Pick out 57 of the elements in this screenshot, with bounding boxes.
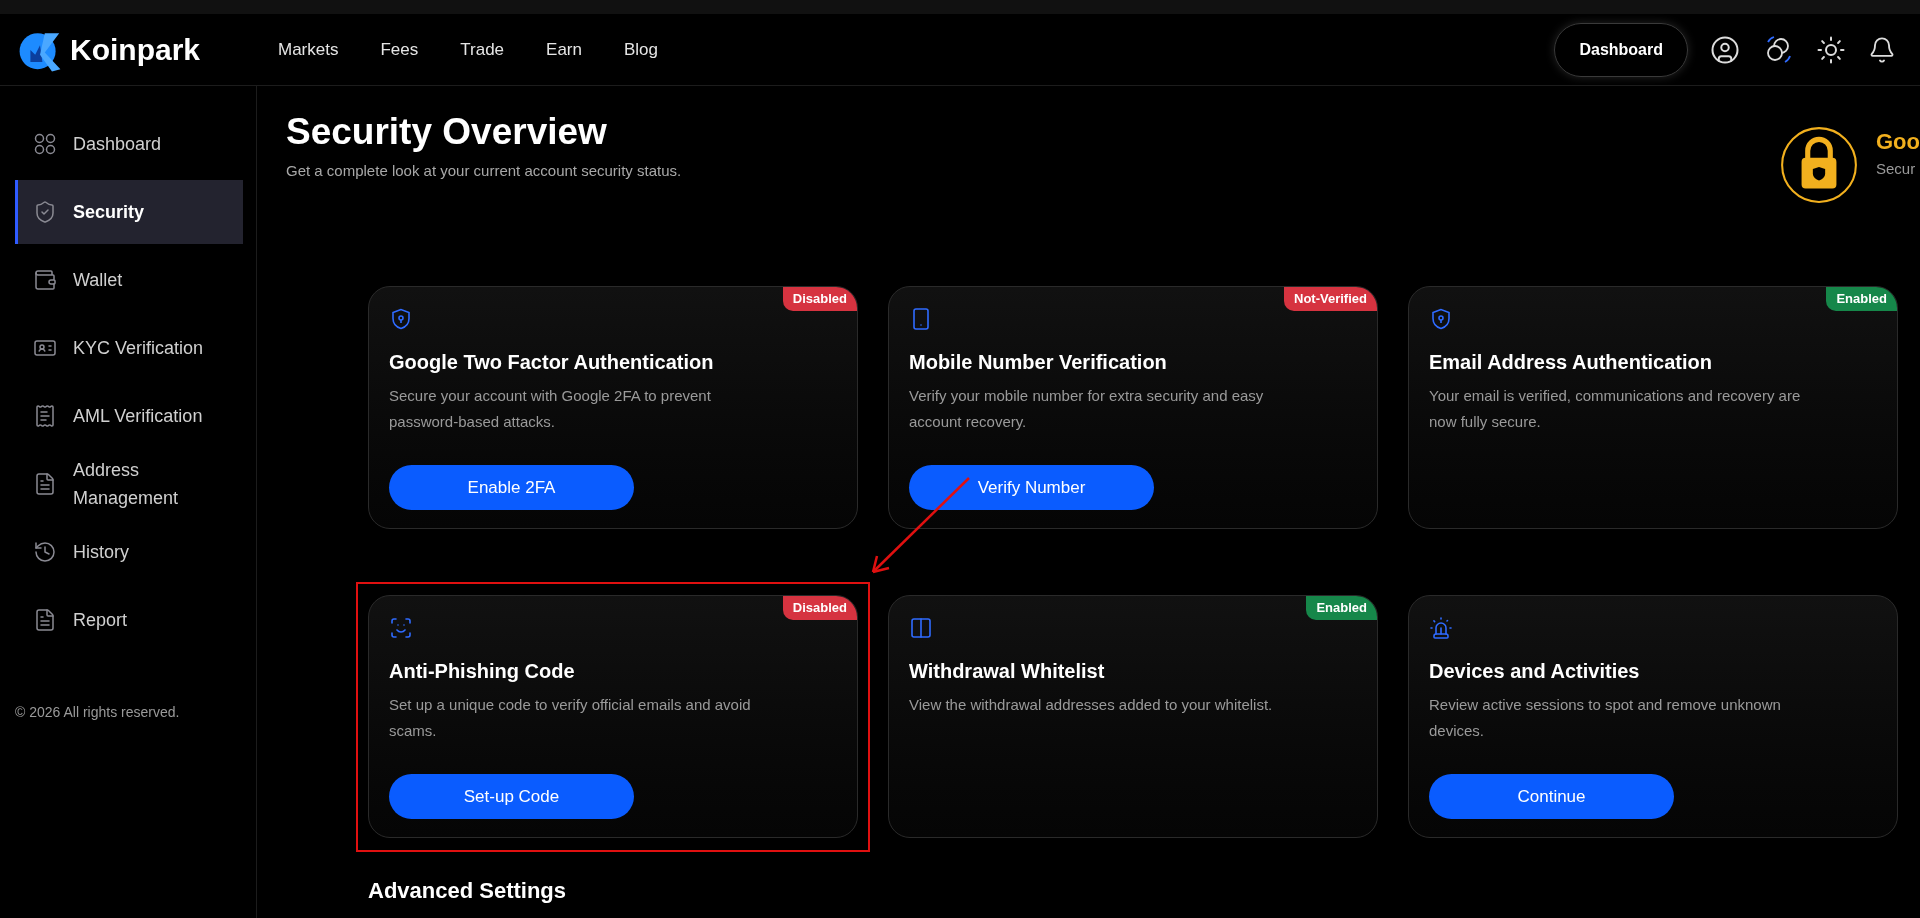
card-description: View the withdrawal addresses added to your whitelist. <box>909 695 1274 715</box>
document-icon <box>33 472 57 496</box>
status-badge: Enabled <box>1306 596 1377 620</box>
card-title: Devices and Activities <box>1429 659 1641 684</box>
brand-name: Koinpark <box>70 32 201 68</box>
sidebar-item[interactable]: History <box>15 520 243 584</box>
notification-icon[interactable] <box>1868 35 1896 64</box>
sidebar-item[interactable]: KYC Verification <box>15 316 243 380</box>
copyright: © 2026 All rights reserved. <box>15 703 181 722</box>
card-title: Email Address Authentication <box>1429 350 1713 375</box>
section-heading: Advanced Settings <box>367 878 568 904</box>
action-button[interactable]: Verify Number <box>909 465 1154 510</box>
card-title: Google Two Factor Authentication <box>389 350 715 375</box>
security-caption: Secur <box>1876 159 1917 179</box>
status-badge: Not-Verified <box>1284 287 1377 311</box>
security-level: Goo <box>1876 128 1920 156</box>
shield-icon <box>389 307 413 331</box>
split-icon <box>909 616 933 640</box>
sidebar-item[interactable]: AML Verification <box>15 384 243 448</box>
sidebar-item[interactable]: Security <box>15 180 243 244</box>
scan-icon <box>389 616 413 640</box>
report-icon <box>33 608 57 632</box>
status-badge: Disabled <box>782 596 857 620</box>
history-icon <box>33 540 57 564</box>
status-badge: Disabled <box>782 287 857 311</box>
status-badge: Enabled <box>1826 287 1897 311</box>
sidebar-item[interactable]: Dashboard <box>15 112 243 176</box>
lock-icon <box>1778 124 1860 206</box>
card-description: Set up a unique code to verify official emails and avoid scams. <box>389 695 752 741</box>
nav-link[interactable]: Markets <box>278 36 339 63</box>
sidebar-item[interactable]: Report <box>15 588 243 652</box>
nav-link[interactable]: Fees <box>380 36 419 63</box>
nav-link[interactable]: Earn <box>546 36 582 63</box>
card-description: Secure your account with Google 2FA to prevent password-based attacks. <box>389 386 712 432</box>
page-subtitle: Get a complete look at your current account security status. <box>286 161 682 181</box>
shield-icon <box>33 200 57 224</box>
grid-icon <box>33 132 57 156</box>
action-button[interactable]: Continue <box>1429 774 1674 819</box>
shield-icon <box>1429 307 1453 331</box>
nav-link[interactable]: Blog <box>623 36 658 63</box>
theme-icon[interactable] <box>1816 34 1846 65</box>
card-description: Your email is verified, communications and recovery are now fully secure. <box>1429 386 1802 432</box>
action-button[interactable]: Set-up Code <box>389 774 634 819</box>
document-icon <box>33 404 57 428</box>
card-title: Anti-Phishing Code <box>389 659 576 684</box>
page-title: Security Overview <box>286 110 608 154</box>
sidebar-item[interactable]: Address Management <box>15 452 243 516</box>
alarm-icon <box>1429 616 1453 640</box>
profile-icon[interactable] <box>1710 34 1740 65</box>
nav-link[interactable]: Trade <box>460 36 505 63</box>
card-description: Review active sessions to spot and remove unknown devices. <box>1429 695 1782 741</box>
card-description: Verify your mobile number for extra security and easy account recovery. <box>909 386 1265 432</box>
sidebar-item[interactable]: Wallet <box>15 248 243 312</box>
wallet-icon <box>33 268 57 292</box>
action-button[interactable]: Enable 2FA <box>389 465 634 510</box>
card-title: Withdrawal Whitelist <box>909 659 1106 684</box>
card-title: Mobile Number Verification <box>909 350 1168 375</box>
